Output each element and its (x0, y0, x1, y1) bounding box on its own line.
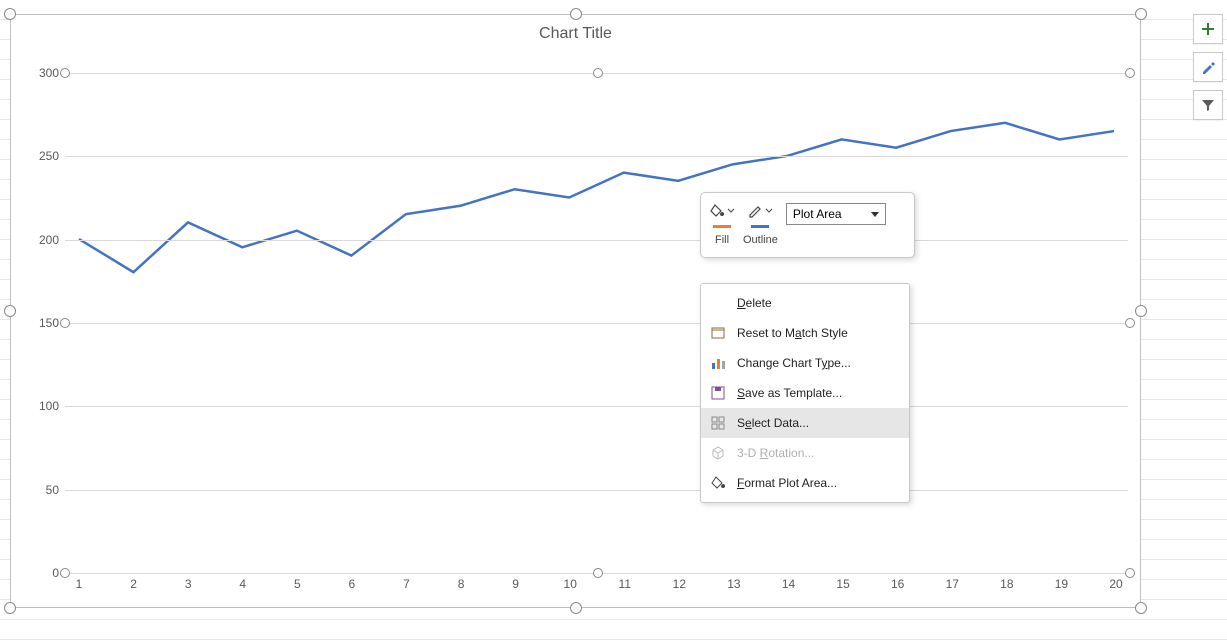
x-axis-tick-label: 14 (782, 577, 795, 591)
savetpl-icon (709, 385, 727, 401)
chart-element-selector[interactable]: Plot Area (786, 203, 886, 225)
x-axis-tick-label: 16 (891, 577, 904, 591)
chart-side-buttons (1193, 14, 1223, 120)
x-axis-tick-label: 11 (619, 577, 631, 591)
cube-icon (709, 445, 727, 461)
x-axis-tick-label: 13 (727, 577, 740, 591)
y-axis-tick-label: 150 (39, 316, 59, 330)
x-axis-tick-label: 4 (239, 577, 246, 591)
x-axis-tick-label: 8 (458, 577, 465, 591)
pen-icon (747, 203, 763, 219)
paint-bucket-icon (709, 203, 725, 219)
fill-color-swatch (713, 225, 731, 228)
format-icon (709, 475, 727, 491)
context-menu-item[interactable]: Format Plot Area... (701, 468, 909, 498)
gridline (65, 156, 1128, 157)
y-axis-tick-label: 300 (39, 66, 59, 80)
context-menu-item[interactable]: Select Data... (701, 408, 909, 438)
x-axis-tick-label: 6 (349, 577, 356, 591)
plot-area-selection-handle[interactable] (60, 568, 70, 578)
charttype-icon (709, 355, 727, 371)
plot-area-selection-handle[interactable] (60, 68, 70, 78)
context-menu-item[interactable]: Reset to Match Style (701, 318, 909, 348)
context-menu-item[interactable]: Save as Template... (701, 378, 909, 408)
series-line[interactable] (65, 73, 1128, 571)
chevron-down-icon (727, 206, 735, 216)
outline-tool[interactable]: Outline (743, 199, 778, 246)
gridline (65, 490, 1128, 491)
x-axis-tick-label: 18 (1000, 577, 1013, 591)
context-menu: Delete Reset to Match Style Change Chart T… (700, 283, 910, 503)
brush-icon (1200, 59, 1216, 75)
funnel-icon (1200, 97, 1216, 113)
x-axis-tick-label: 17 (946, 577, 959, 591)
selection-handle[interactable] (1135, 602, 1147, 614)
selection-handle[interactable] (4, 305, 16, 317)
chevron-down-icon (765, 206, 773, 216)
context-menu-item-label: Format Plot Area... (737, 476, 837, 490)
plot-area-selection-handle[interactable] (1125, 68, 1135, 78)
plot-area-selection-handle[interactable] (1125, 318, 1135, 328)
plot-area-selection-handle[interactable] (1125, 568, 1135, 578)
gridline (65, 406, 1128, 407)
x-axis-tick-label: 7 (403, 577, 410, 591)
plot-area-selection-handle[interactable] (60, 318, 70, 328)
gridline (65, 240, 1128, 241)
context-menu-item-label: Change Chart Type... (737, 356, 851, 370)
plot-area-selection-handle[interactable] (593, 68, 603, 78)
x-axis-tick-label: 10 (564, 577, 577, 591)
selectdata-icon (709, 415, 727, 431)
context-menu-item-label: Delete (737, 296, 772, 310)
selection-handle[interactable] (570, 8, 582, 20)
x-axis-tick-label: 9 (512, 577, 519, 591)
context-menu-item[interactable]: Change Chart Type... (701, 348, 909, 378)
x-axis-tick-label: 2 (130, 577, 137, 591)
y-axis-tick-label: 200 (39, 233, 59, 247)
outline-label: Outline (743, 234, 778, 246)
fill-label: Fill (715, 234, 729, 246)
plot-area-selection-handle[interactable] (593, 568, 603, 578)
y-axis-tick-label: 50 (46, 483, 59, 497)
selection-handle[interactable] (4, 8, 16, 20)
x-axis-tick-label: 1 (76, 577, 83, 591)
context-menu-item[interactable]: Delete (701, 288, 909, 318)
x-axis-tick-label: 5 (294, 577, 301, 591)
chart-element-selector-value: Plot Area (793, 207, 842, 221)
selection-handle[interactable] (1135, 8, 1147, 20)
chart-filters-button[interactable] (1193, 90, 1223, 120)
gridline (65, 323, 1128, 324)
outline-color-swatch (751, 225, 769, 228)
selection-handle[interactable] (570, 602, 582, 614)
y-axis-tick-label: 250 (39, 149, 59, 163)
x-axis-tick-label: 12 (673, 577, 686, 591)
selection-handle[interactable] (1135, 305, 1147, 317)
context-menu-item-label: Reset to Match Style (737, 326, 848, 340)
selection-handle[interactable] (4, 602, 16, 614)
plus-icon (1200, 21, 1216, 37)
x-axis-tick-label: 15 (836, 577, 849, 591)
x-axis-tick-label: 3 (185, 577, 192, 591)
context-menu-item: 3-D Rotation... (701, 438, 909, 468)
x-axis-tick-label: 20 (1109, 577, 1122, 591)
context-menu-item-label: 3-D Rotation... (737, 446, 814, 460)
y-axis-tick-label: 100 (39, 399, 59, 413)
context-menu-item-label: Save as Template... (737, 386, 842, 400)
mini-toolbar: Fill Outline Plot Area (700, 192, 915, 258)
plot-area[interactable]: 0501001502002503001234567891011121314151… (65, 73, 1128, 571)
y-axis-tick-label: 0 (52, 566, 59, 580)
chart-object[interactable]: Chart Title 0501001502002503001234567891… (10, 14, 1141, 608)
chart-elements-button[interactable] (1193, 14, 1223, 44)
reset-icon (709, 325, 727, 341)
context-menu-item-label: Select Data... (737, 416, 809, 430)
fill-tool[interactable]: Fill (709, 199, 735, 246)
x-axis-tick-label: 19 (1055, 577, 1068, 591)
chart-styles-button[interactable] (1193, 52, 1223, 82)
